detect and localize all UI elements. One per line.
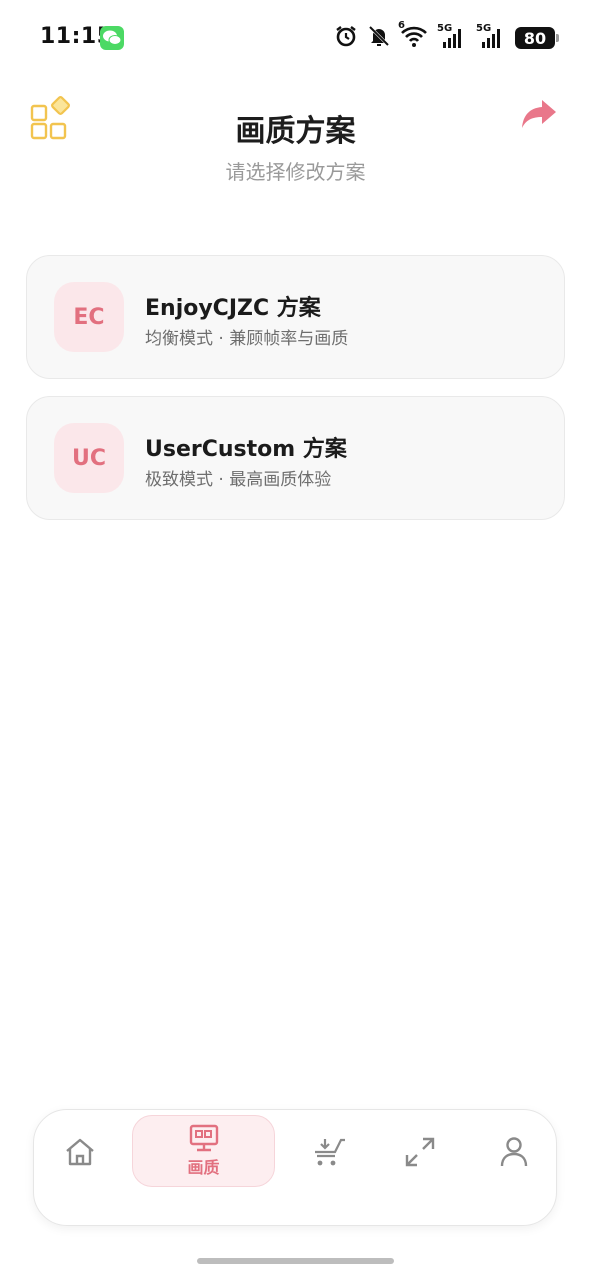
battery-icon: 80	[515, 27, 559, 49]
share-button[interactable]	[519, 96, 559, 132]
wifi-icon: 6	[398, 20, 428, 52]
nav-quality-label: 画质	[187, 1158, 220, 1177]
scheme-title: UserCustom 方案	[145, 437, 347, 462]
battery-tip	[556, 34, 559, 42]
user-icon	[500, 1137, 528, 1167]
home-icon	[66, 1138, 94, 1166]
alarm-icon	[334, 24, 358, 52]
scheme-description: 均衡模式 · 兼顾帧率与画质	[145, 329, 349, 349]
signal-icon-1: 5G	[437, 23, 467, 50]
nav-expand[interactable]	[400, 1132, 440, 1172]
cart-download-icon	[315, 1138, 345, 1166]
home-indicator[interactable]	[197, 1258, 394, 1264]
scheme-badge: EC	[54, 282, 124, 352]
scheme-list: EC EnjoyCJZC 方案 均衡模式 · 兼顾帧率与画质 UC UserCu…	[26, 255, 565, 537]
nav-quality[interactable]: 画质	[132, 1115, 275, 1187]
share-arrow-icon	[522, 100, 556, 128]
wechat-icon	[100, 26, 124, 50]
expand-icon	[405, 1137, 435, 1167]
nav-cart[interactable]	[310, 1132, 350, 1172]
monitor-icon	[189, 1124, 218, 1152]
status-icons: 6 5G 5G 80	[334, 20, 559, 52]
scheme-badge: UC	[54, 423, 124, 493]
bottom-nav: 画质	[33, 1109, 557, 1226]
scheme-description: 极致模式 · 最高画质体验	[145, 470, 332, 490]
header: 画质方案 请选择修改方案	[0, 88, 591, 198]
nav-profile[interactable]	[494, 1132, 534, 1172]
wifi-badge: 6	[398, 20, 405, 31]
screen: 11:15 6 5G 5G 80 画质方案 请选择修改方案 EC EnjoyCJ…	[0, 0, 591, 1279]
scheme-card-usercustom[interactable]: UC UserCustom 方案 极致模式 · 最高画质体验	[26, 396, 565, 520]
mute-bell-icon	[367, 24, 391, 52]
signal-icon-2: 5G	[476, 23, 506, 50]
battery-level: 80	[523, 28, 547, 48]
nav-home[interactable]	[60, 1132, 100, 1172]
scheme-card-enjoycjzc[interactable]: EC EnjoyCJZC 方案 均衡模式 · 兼顾帧率与画质	[26, 255, 565, 379]
page-subtitle: 请选择修改方案	[225, 160, 366, 184]
status-bar: 11:15 6 5G 5G 80	[0, 0, 591, 76]
scheme-title: EnjoyCJZC 方案	[145, 296, 321, 321]
page-title: 画质方案	[235, 114, 356, 149]
